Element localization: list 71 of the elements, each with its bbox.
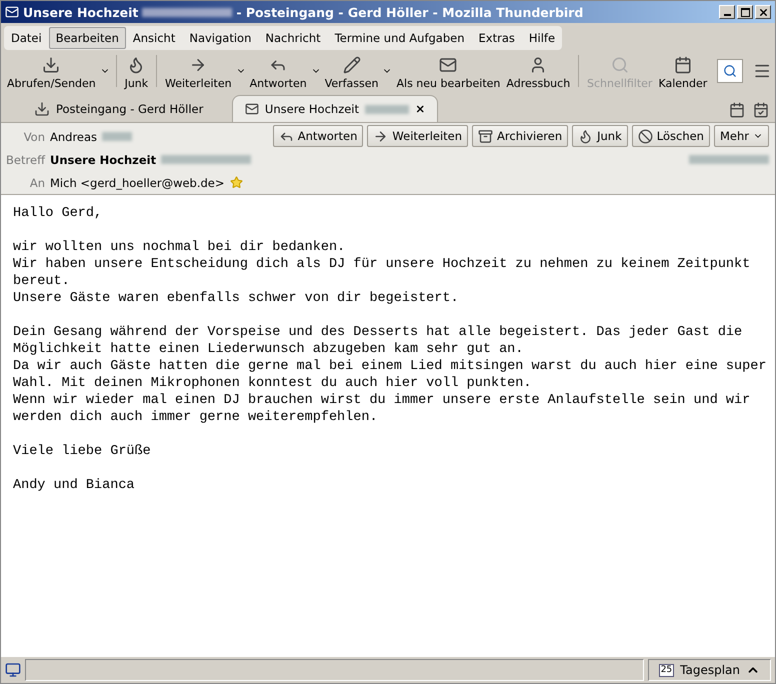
redacted-blur	[102, 132, 132, 141]
menu-item[interactable]: Ansicht	[126, 27, 182, 49]
today-pane-button[interactable]: 25 Tagesplan	[648, 659, 771, 681]
menu-item[interactable]: Datei	[4, 27, 49, 49]
toolbar-button[interactable]: Junk	[122, 54, 150, 92]
message-line: wir wollten uns nochmal bei dir bedanken.	[13, 239, 346, 256]
arrow-right-icon	[373, 128, 388, 144]
pencil-icon	[342, 56, 361, 74]
archive-icon	[478, 128, 494, 144]
window-title: - Posteingang - Gerd Höller - Mozilla Thunderbird	[236, 4, 584, 20]
calendar-icon[interactable]	[729, 102, 745, 118]
close-button[interactable]	[755, 5, 771, 19]
recipient-text: Mich <gerd_hoeller@web.de>	[50, 176, 225, 190]
message-line: Wenn wir wieder mal einen DJ brauchen wirst du immer unsere erste Anlaufstelle sein und wir	[13, 392, 752, 409]
toolbar-button[interactable]: Antworten	[248, 54, 309, 92]
window-title: Unsere Hochzeit	[23, 4, 138, 20]
flame-icon	[578, 128, 594, 144]
field-label: Von	[22, 130, 45, 144]
toolbar-button[interactable]: Abrufen/Senden	[5, 54, 98, 92]
network-icon[interactable]	[5, 662, 21, 678]
field-label: An	[28, 176, 45, 190]
search-field[interactable]	[717, 59, 743, 83]
maximize-button[interactable]	[737, 5, 753, 19]
menu-item[interactable]: Bearbeiten	[48, 27, 126, 49]
action-button[interactable]: Junk	[572, 125, 628, 147]
message-line: bereut.	[13, 273, 71, 290]
action-button[interactable]: Antworten	[272, 125, 364, 147]
toolbar-button[interactable]: Adressbuch	[504, 54, 572, 92]
close-icon	[758, 6, 768, 18]
toolbar-button[interactable]: Kalender	[656, 54, 710, 92]
minimize-button[interactable]	[719, 5, 735, 19]
menu-item[interactable]: Nachricht	[258, 27, 328, 49]
inbox-icon	[34, 101, 50, 117]
search-icon	[722, 64, 737, 78]
tab[interactable]: Unsere Hochzeit	[232, 95, 438, 122]
prohibited-icon	[638, 128, 653, 144]
envelope-icon	[245, 101, 259, 117]
task-icon[interactable]	[753, 102, 769, 118]
message-line: Wahl. Mit deinen Mikrophonen konntest du auch hier voll punkten.	[13, 375, 532, 392]
sender-name: Andreas	[50, 130, 98, 144]
message-line: werden dich auch immer gerne weiterempfehlen.	[13, 409, 379, 426]
envelope-icon	[439, 56, 458, 74]
menu-item[interactable]: Hilfe	[522, 27, 562, 49]
action-button[interactable]: Weiterleiten	[367, 125, 468, 147]
message-line: Viele liebe Grüße	[13, 443, 152, 460]
message-line: Da wir auch Gäste hatten die gerne mal bei einem Lied mitsingen warst du auch hier eine super	[13, 358, 763, 375]
toolbar-button[interactable]: Weiterleiten	[162, 54, 234, 92]
menu-item[interactable]: Navigation	[182, 27, 258, 49]
action-button[interactable]: Mehr	[714, 125, 769, 147]
download-icon	[42, 56, 60, 74]
toolbar-button[interactable]: Verfassen	[322, 54, 380, 92]
calendar-icon	[674, 56, 692, 74]
menu-item[interactable]: Extras	[472, 27, 522, 49]
tab[interactable]: Posteingang - Gerd Höller	[21, 95, 232, 122]
action-button[interactable]: Archivieren	[472, 125, 568, 147]
message-line: Hallo Gerd,	[13, 205, 104, 222]
field-label: Betreff	[5, 152, 45, 166]
close-icon[interactable]	[414, 103, 425, 115]
action-button[interactable]: Löschen	[632, 125, 710, 147]
redacted-blur	[365, 104, 409, 114]
subject-text: Unsere Hochzeit	[50, 152, 156, 166]
app-icon	[5, 5, 19, 19]
message-line: Wir haben unsere Entscheidung dich als DJ für unsere Hochzeit zu nehmen zu keinem Zeitpunkt	[13, 256, 752, 273]
message-line: Dein Gesang während der Vorspeise und des Desserts hat alle begeistert. Das jeder Gast die	[13, 324, 744, 341]
message-line: Unsere Gäste waren ebenfalls schwer von dir begeistert.	[13, 290, 460, 307]
message-line: Andy und Bianca	[13, 477, 136, 494]
toolbar-button[interactable]: Als neu bearbeiten	[394, 54, 502, 92]
search-icon	[610, 56, 629, 74]
message-line: Möglichkeit hatte einen Liederwunsch abzugeben kam sehr gut an.	[13, 341, 524, 358]
star-icon[interactable]	[230, 176, 243, 189]
menu-item[interactable]: Termine und Aufgaben	[328, 27, 472, 49]
